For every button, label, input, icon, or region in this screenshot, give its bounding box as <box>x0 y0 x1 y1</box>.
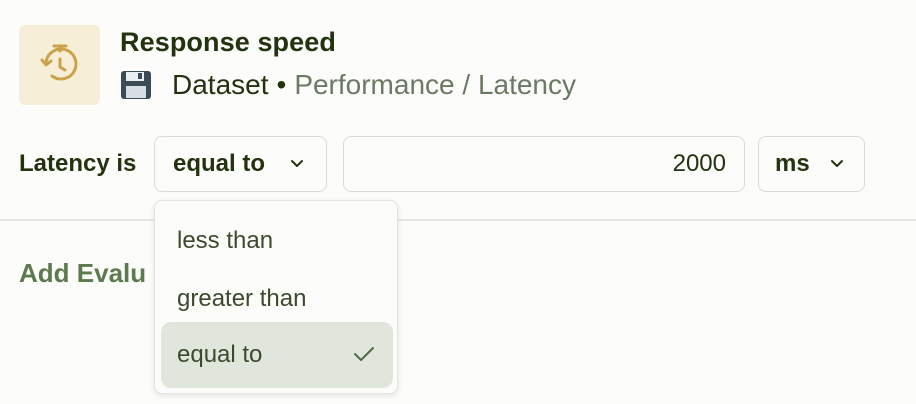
unit-value: ms <box>775 150 810 177</box>
timer-reset-icon <box>40 44 77 81</box>
operator-select[interactable]: equal to <box>154 136 327 192</box>
option-label: equal to <box>177 341 263 368</box>
separator-dot: • <box>276 69 287 100</box>
metric-title: Response speed <box>120 27 336 57</box>
option-less-than[interactable]: less than <box>161 214 393 268</box>
unit-select[interactable]: ms <box>758 136 865 192</box>
checkmark-icon <box>354 347 374 361</box>
chevron-down-icon <box>831 160 843 167</box>
operator-value: equal to <box>173 150 266 177</box>
chevron-down-icon <box>291 160 303 167</box>
operator-dropdown-menu: less than greater than equal to <box>154 200 398 394</box>
option-equal-to[interactable]: equal to <box>161 322 393 388</box>
option-label: less than <box>177 227 274 254</box>
latency-value-input[interactable] <box>343 136 745 192</box>
option-greater-than[interactable]: greater than <box>161 272 393 326</box>
metric-icon-tile <box>19 25 100 105</box>
filter-label: Latency is <box>19 150 137 177</box>
metric-header: Response speed Dataset • Performance / L… <box>19 25 576 105</box>
option-label: greater than <box>177 285 307 312</box>
source-label: Dataset <box>172 69 269 100</box>
divider <box>0 219 916 221</box>
category-label: Performance / Latency <box>294 69 577 100</box>
filter-row: Latency is <box>19 136 136 192</box>
metric-subtitle: Dataset • Performance / Latency <box>120 69 576 101</box>
floppy-disk-icon <box>121 71 151 99</box>
add-evaluator-link[interactable]: Add Evalu <box>19 258 159 289</box>
